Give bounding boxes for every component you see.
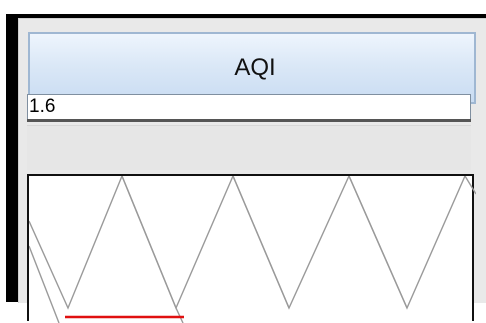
membership-triangle-1 [29, 176, 177, 310]
membership-triangle-4 [348, 176, 476, 310]
aqi-value-input[interactable]: 1.6 [27, 94, 471, 120]
membership-function-plot [27, 174, 476, 323]
membership-function-svg [29, 176, 476, 323]
membership-triangle-tail [29, 245, 60, 323]
panel-title: AQI [234, 54, 276, 81]
membership-triangle-2 [121, 176, 290, 310]
input-underline [27, 119, 471, 122]
aqi-panel: AQI 1.6 [18, 18, 486, 323]
membership-triangle-tail-2 [175, 307, 184, 323]
separator-band [27, 125, 471, 170]
membership-triangle-3 [232, 176, 408, 310]
aqi-screenshot: AQI 1.6 [0, 0, 486, 323]
